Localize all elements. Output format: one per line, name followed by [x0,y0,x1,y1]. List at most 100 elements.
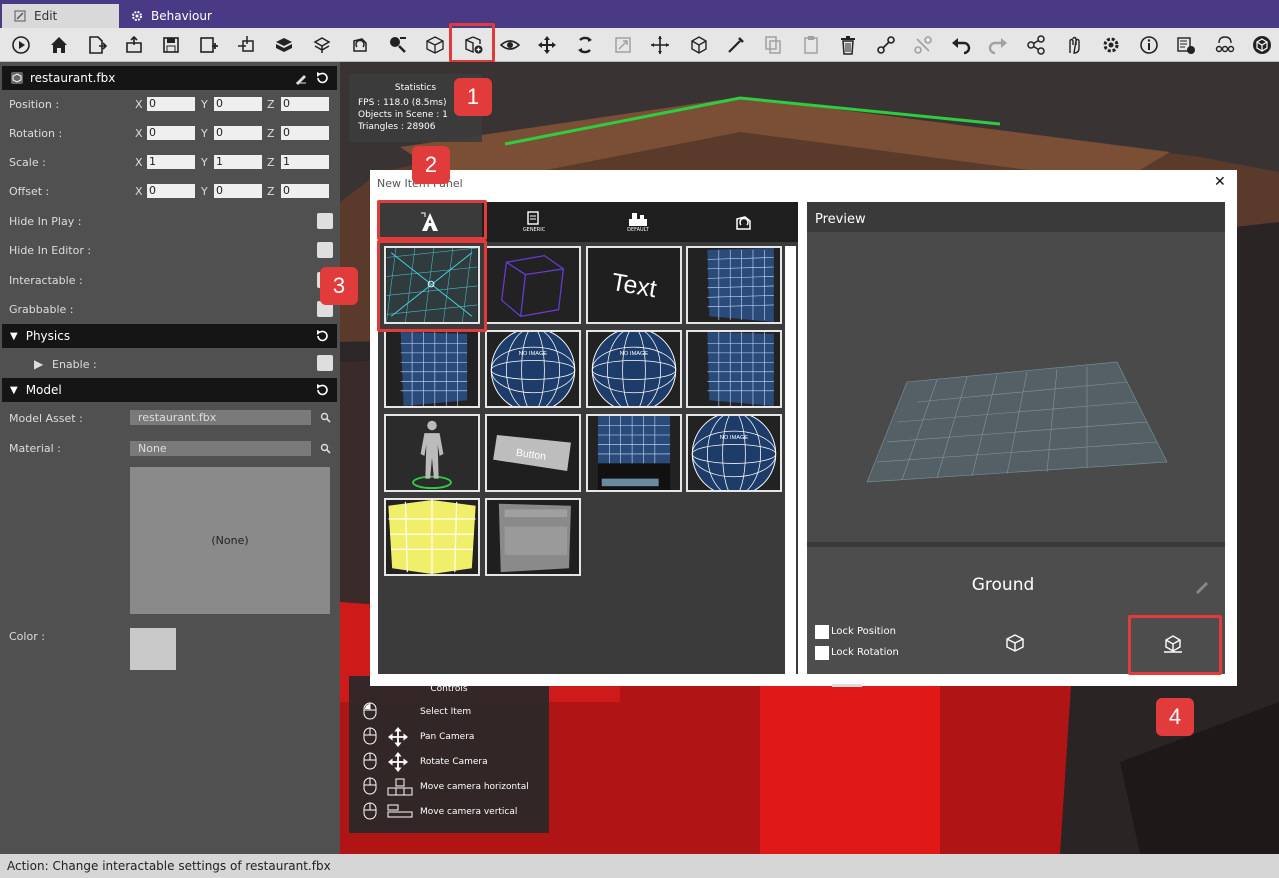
scale-x-field[interactable]: 1 [147,155,195,169]
cube-outline-button[interactable] [422,32,448,58]
physics-enable-checkbox[interactable] [317,355,333,371]
rotation-z-field[interactable]: 0 [281,126,329,140]
item-panel-grid-3[interactable] [686,330,782,408]
model-reset-icon[interactable] [315,383,329,397]
enable-expand-icon[interactable]: ▶ [34,357,43,371]
import-button[interactable] [234,32,260,58]
hide-in-play-checkbox[interactable] [317,213,333,229]
pen-button[interactable] [723,32,749,58]
generic-label: GENERIC [522,227,546,233]
item-text[interactable]: Text [586,246,682,324]
share-icon [1027,35,1045,55]
eye-button[interactable] [497,32,523,58]
dialog-resize-handle[interactable] [832,684,862,687]
move-button[interactable] [534,32,560,58]
model-asset-field[interactable]: restaurant.fbx [130,410,311,425]
category-tab-generic[interactable]: GENERIC [482,202,586,242]
dialog-close-icon[interactable]: ✕ [1214,174,1226,190]
item-button[interactable]: Button [485,414,581,492]
lock-rotation-checkbox[interactable] [815,646,829,660]
paste-button[interactable] [798,32,824,58]
item-panel-grid-2[interactable] [384,330,480,408]
position-x-field[interactable]: 0 [147,97,195,111]
redo-button[interactable] [985,32,1011,58]
link-button[interactable] [873,32,899,58]
tab-behaviour[interactable]: Behaviour [119,4,224,28]
position-y-field[interactable]: 0 [214,97,262,111]
scale-y-field[interactable]: 1 [214,155,262,169]
lock-position-checkbox[interactable] [815,625,829,639]
box-button[interactable] [686,32,712,58]
item-list-scrollbar[interactable] [785,246,796,674]
hide-in-editor-checkbox[interactable] [317,242,333,258]
pivot-button[interactable] [647,32,673,58]
color-swatch[interactable] [130,628,176,670]
item-cube[interactable] [485,246,581,324]
link-icon [877,36,895,54]
item-sphere-2[interactable]: NO IMAGE [586,330,682,408]
item-ui-panel[interactable] [485,498,581,576]
scale-z-field[interactable]: 1 [281,155,329,169]
item-panel-grid-1[interactable] [686,246,782,324]
rotation-x-field[interactable]: 0 [147,126,195,140]
export-button[interactable] [309,32,335,58]
position-z-field[interactable]: 0 [281,97,329,111]
model-search-icon[interactable] [320,412,331,423]
material-search-icon[interactable] [320,443,331,454]
share-button[interactable] [1023,32,1049,58]
category-tab-default[interactable]: DEFAULT [586,202,690,242]
offset-z-field[interactable]: 0 [281,184,329,198]
help-button[interactable] [1173,32,1199,58]
model-header[interactable]: ▼ Model [2,378,337,402]
offset-y-field[interactable]: 0 [214,184,262,198]
toolbar [0,28,1279,62]
info-button[interactable] [1136,32,1162,58]
control-move-vertical: Move camera vertical [420,807,518,817]
search-user-button[interactable] [385,32,411,58]
mouse-middle-icon [363,752,377,770]
item-human[interactable] [384,414,480,492]
undo-button[interactable] [948,32,974,58]
item-sphere-1[interactable]: NO IMAGE [485,330,581,408]
save-button[interactable] [158,32,184,58]
rotate-button[interactable] [572,32,598,58]
settings-button[interactable] [1098,32,1124,58]
copy-button[interactable] [760,32,786,58]
place-item-icon[interactable] [1004,633,1026,653]
offset-y-label: Y [201,185,208,198]
rename-icon[interactable] [294,71,308,85]
network-button[interactable] [1212,32,1238,58]
rotation-y-field[interactable]: 0 [214,126,262,140]
edit-name-icon[interactable] [1193,577,1211,595]
no-image-label: NO IMAGE [519,351,548,357]
item-panel-video[interactable] [586,414,682,492]
save-as-button[interactable] [196,32,222,58]
cube-outline-icon [426,36,444,54]
unlink-button[interactable] [910,32,936,58]
material-field[interactable]: None [130,441,311,456]
open-button[interactable] [121,32,147,58]
add-item-highlight [449,23,495,63]
item-yellow-cube[interactable] [384,498,480,576]
reload-button[interactable] [347,32,373,58]
search-user-icon [390,37,406,53]
mouse-scroll-icon [363,802,377,820]
new-scene-button[interactable] [84,32,110,58]
physics-reset-icon[interactable] [315,329,329,343]
logo-button[interactable] [1249,32,1275,58]
offset-x-field[interactable]: 0 [147,184,195,198]
play-button[interactable] [8,32,34,58]
home-button[interactable] [46,32,72,58]
physics-header[interactable]: ▼ Physics [2,324,337,348]
item-sphere-3[interactable]: NO IMAGE [686,414,782,492]
text-thumbnail: Text [588,248,680,322]
reset-icon[interactable] [315,71,329,85]
app-window: Edit Behaviour restaurant.fbx Position:… [0,0,1279,878]
package-button[interactable] [271,32,297,58]
hand-button[interactable] [1061,32,1087,58]
new-scene-icon [89,36,107,54]
tab-edit[interactable]: Edit [2,4,119,28]
scale-button[interactable] [610,32,636,58]
category-tab-import[interactable] [690,202,798,242]
delete-button[interactable] [835,32,861,58]
